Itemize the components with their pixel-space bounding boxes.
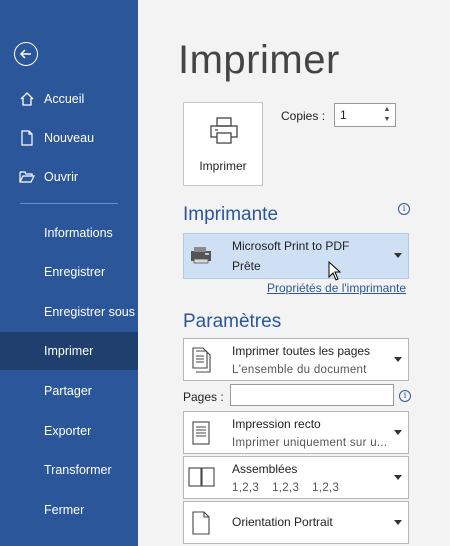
collation-title: Assemblées xyxy=(232,462,298,476)
sidebar-item-enregistrer-sous[interactable]: Enregistrer sous xyxy=(0,293,138,331)
one-sided-page-icon xyxy=(192,421,210,445)
printer-heading: Imprimante xyxy=(183,204,279,225)
sidebar-item-ouvrir[interactable]: Ouvrir xyxy=(0,158,138,196)
info-icon[interactable]: i xyxy=(398,203,410,215)
sides-title: Impression recto xyxy=(232,417,321,431)
print-range-title: Imprimer toutes les pages xyxy=(232,344,371,358)
collation-value: 1,2,3 xyxy=(272,482,300,494)
chevron-down-icon xyxy=(394,253,402,258)
chevron-down-icon xyxy=(394,357,402,362)
sides-subtitle: Imprimer uniquement sur u... xyxy=(232,437,388,449)
info-icon[interactable]: i xyxy=(399,390,411,402)
portrait-page-icon xyxy=(192,511,210,535)
pages-input[interactable] xyxy=(230,384,394,406)
chevron-down-icon xyxy=(394,430,402,435)
sidebar-item-label: Fermer xyxy=(44,503,85,517)
printer-icon xyxy=(210,117,238,144)
printer-device-icon xyxy=(191,247,211,264)
sidebar-item-accueil[interactable]: Accueil xyxy=(0,80,138,118)
printer-name: Microsoft Print to PDF xyxy=(232,239,350,253)
print-range-subtitle: L'ensemble du document xyxy=(232,364,367,376)
folder-open-icon xyxy=(19,169,35,185)
sidebar-item-enregistrer[interactable]: Enregistrer xyxy=(0,253,138,291)
sidebar-item-label: Informations xyxy=(44,226,113,240)
orientation-title: Orientation Portrait xyxy=(232,515,333,529)
collated-pages-icon xyxy=(188,467,215,487)
sides-dropdown[interactable]: Impression recto Imprimer uniquement sur… xyxy=(183,411,409,454)
sidebar-item-label: Enregistrer sous xyxy=(44,305,136,319)
collation-values: 1,2,3 1,2,3 1,2,3 xyxy=(232,482,352,494)
chevron-down-icon xyxy=(394,475,402,480)
backstage-sidebar: Accueil Nouveau Ouvrir Informations Enre… xyxy=(0,0,138,546)
sidebar-item-label: Transformer xyxy=(44,463,112,477)
sidebar-item-label: Enregistrer xyxy=(44,265,106,279)
orientation-dropdown[interactable]: Orientation Portrait xyxy=(183,501,409,544)
back-arrow-icon[interactable] xyxy=(14,42,38,66)
printer-status: Prête xyxy=(232,259,261,273)
collation-dropdown[interactable]: Assemblées 1,2,3 1,2,3 1,2,3 xyxy=(183,456,409,499)
copies-label: Copies : xyxy=(281,109,326,123)
print-panel: Imprimer Imprimer Copies : 1 ▲ ▼ Imprima… xyxy=(138,0,450,546)
settings-heading: Paramètres xyxy=(183,311,282,332)
copies-value: 1 xyxy=(340,108,347,122)
sidebar-item-nouveau[interactable]: Nouveau xyxy=(0,119,138,157)
sidebar-item-label: Ouvrir xyxy=(44,170,79,184)
sidebar-item-label: Partager xyxy=(44,384,92,398)
sidebar-item-label: Accueil xyxy=(44,92,85,106)
chevron-down-icon[interactable]: ▼ xyxy=(382,115,392,125)
print-button-label: Imprimer xyxy=(199,159,247,173)
sidebar-item-imprimer[interactable]: Imprimer xyxy=(0,332,138,370)
printer-select[interactable]: Microsoft Print to PDF Prête xyxy=(183,233,409,279)
pages-stack-icon xyxy=(192,347,211,373)
collation-value: 1,2,3 xyxy=(232,482,260,494)
print-button[interactable]: Imprimer xyxy=(183,102,263,186)
sidebar-item-partager[interactable]: Partager xyxy=(0,372,138,410)
copies-stepper[interactable]: 1 ▲ ▼ xyxy=(334,103,396,127)
mouse-cursor-icon xyxy=(328,261,342,281)
sidebar-item-label: Imprimer xyxy=(44,344,94,358)
page-title: Imprimer xyxy=(178,38,340,82)
collation-value: 1,2,3 xyxy=(312,482,340,494)
print-range-dropdown[interactable]: Imprimer toutes les pages L'ensemble du … xyxy=(183,338,409,381)
sidebar-item-label: Nouveau xyxy=(44,131,95,145)
sidebar-divider xyxy=(20,203,118,204)
pages-label: Pages : xyxy=(183,390,224,404)
sidebar-item-fermer[interactable]: Fermer xyxy=(0,491,138,529)
sidebar-item-informations[interactable]: Informations xyxy=(0,214,138,252)
home-icon xyxy=(19,91,35,107)
sidebar-item-label: Exporter xyxy=(44,424,92,438)
chevron-up-icon[interactable]: ▲ xyxy=(382,105,392,115)
new-document-icon xyxy=(19,130,35,146)
sidebar-item-transformer[interactable]: Transformer xyxy=(0,451,138,489)
chevron-down-icon xyxy=(394,520,402,525)
printer-properties-link[interactable]: Propriétés de l'imprimante xyxy=(267,281,406,295)
sidebar-item-exporter[interactable]: Exporter xyxy=(0,412,138,450)
